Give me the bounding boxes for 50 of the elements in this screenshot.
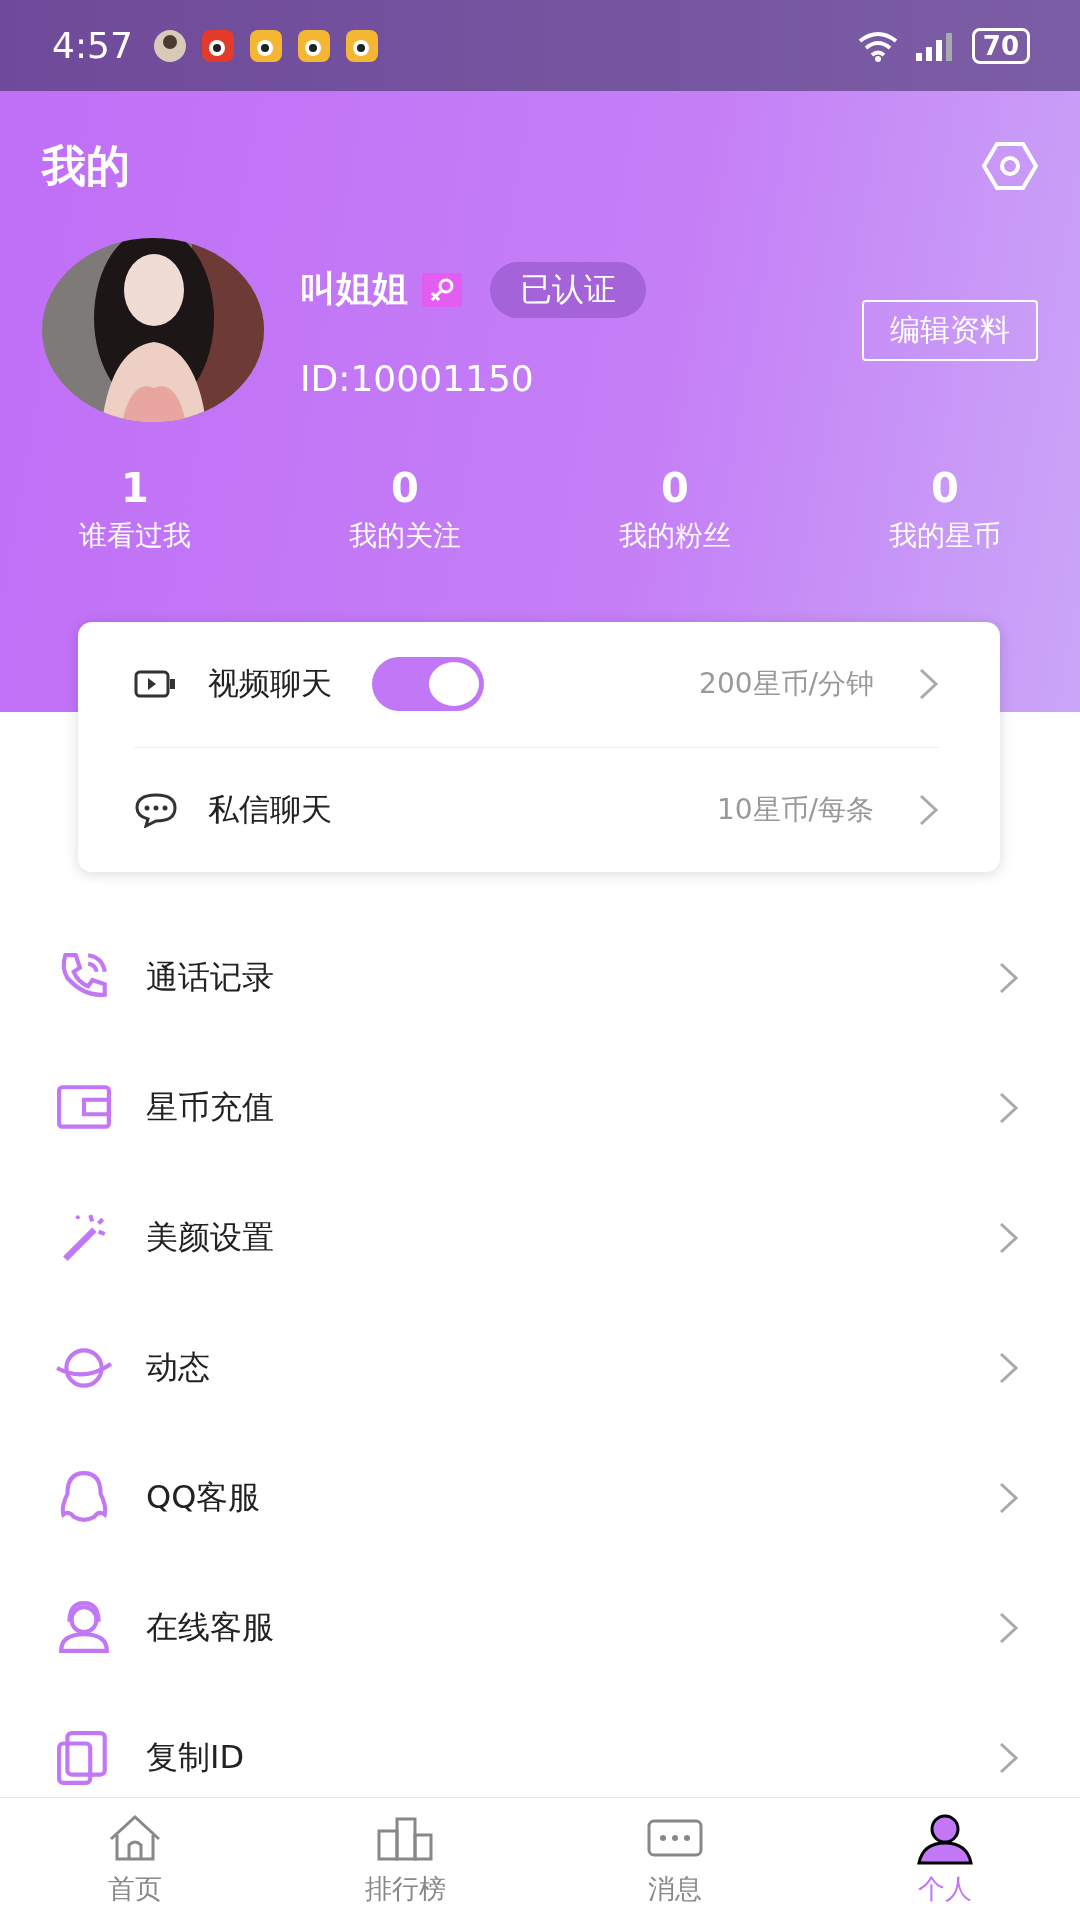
nav-tab[interactable]: 消息 xyxy=(540,1798,810,1920)
toggle-switch[interactable] xyxy=(372,657,484,712)
price-text: 10星币/每条 xyxy=(716,791,874,828)
chevron-right-icon xyxy=(918,667,940,702)
chevron-right-icon xyxy=(998,961,1020,995)
user-name: 叫姐姐 xyxy=(300,267,408,311)
settings-icon[interactable] xyxy=(982,141,1038,191)
app-notification-icon xyxy=(248,28,283,63)
menu-item[interactable]: 动态 xyxy=(146,1346,210,1390)
battery-level: 70 xyxy=(971,27,1030,64)
edit-profile-button[interactable]: 编辑资料 xyxy=(862,299,1038,361)
menu-item[interactable]: 美颜设置 xyxy=(146,1216,274,1260)
status-time: 4:57 xyxy=(52,25,133,66)
chevron-right-icon xyxy=(918,792,940,827)
chevron-right-icon xyxy=(998,1351,1020,1385)
video-camera-icon xyxy=(134,669,178,700)
app-notification-icon xyxy=(344,28,379,63)
verified-badge: 已认证 xyxy=(490,261,646,318)
headset-person-icon xyxy=(56,1600,112,1656)
stat-value: 0 xyxy=(661,465,689,511)
female-icon xyxy=(422,272,462,307)
stat-label[interactable]: 谁看过我 xyxy=(79,517,191,555)
avatar-notification-icon xyxy=(152,28,187,63)
stat-value: 0 xyxy=(391,465,419,511)
chevron-right-icon xyxy=(998,1611,1020,1645)
stat-value: 0 xyxy=(931,465,959,511)
stat-label[interactable]: 我的星币 xyxy=(889,517,1001,555)
nav-tab[interactable]: 排行榜 xyxy=(270,1798,540,1920)
nav-tab[interactable]: 首页 xyxy=(0,1798,270,1920)
app-notification-icon xyxy=(296,28,331,63)
stat-label[interactable]: 我的关注 xyxy=(349,517,461,555)
app-notification-icon xyxy=(200,28,235,63)
menu-item[interactable]: 星币充值 xyxy=(146,1086,274,1130)
menu-item[interactable]: 通话记录 xyxy=(146,956,274,1000)
chevron-right-icon xyxy=(998,1741,1020,1775)
chevron-right-icon xyxy=(998,1091,1020,1125)
user-id: ID:10001150 xyxy=(300,357,535,399)
chat-bubble-icon xyxy=(134,791,178,828)
chat-setting-label: 私信聊天 xyxy=(208,789,332,829)
chevron-right-icon xyxy=(998,1221,1020,1255)
menu-item[interactable]: QQ客服 xyxy=(146,1476,261,1520)
page-title: 我的 xyxy=(42,138,130,193)
price-text: 200星币/分钟 xyxy=(699,666,874,703)
nav-tab[interactable]: 个人 xyxy=(810,1798,1080,1920)
stat-label[interactable]: 我的粉丝 xyxy=(619,517,731,555)
chevron-right-icon xyxy=(998,1481,1020,1515)
chat-setting-label: 视频聊天 xyxy=(208,664,332,704)
stat-value: 1 xyxy=(121,465,149,511)
menu-item[interactable]: 复制ID xyxy=(146,1736,245,1780)
menu-item[interactable]: 在线客服 xyxy=(146,1606,274,1650)
